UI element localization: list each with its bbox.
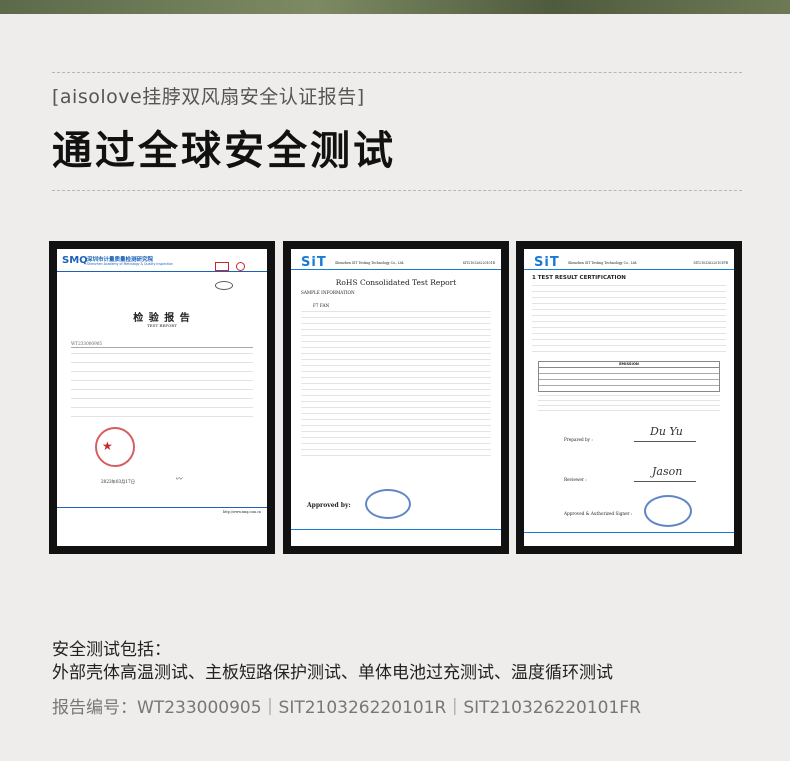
header-rule [524, 269, 734, 270]
tests-label: 安全测试包括： [52, 640, 171, 660]
approved-signer-label: Approved & Authorized Signer : [564, 511, 633, 516]
signature-line [634, 441, 696, 442]
rule [71, 347, 253, 348]
report-number: SIT210326220101R [462, 261, 495, 265]
top-photo-strip [0, 0, 790, 14]
footer-rule [57, 507, 267, 508]
certificate-rohs[interactable]: SiT Shenzhen SIT Testing Technology Co.,… [283, 241, 509, 554]
report-number: WT233000905 [71, 341, 103, 346]
footer-rule [291, 529, 501, 530]
applicant-info [532, 285, 726, 357]
section-heading: SAMPLE INFORMATION [301, 290, 355, 295]
section-heading: 1 TEST RESULT CERTIFICATION [532, 275, 626, 281]
org-name-en: Shenzhen SIT Testing Technology Co., Ltd… [568, 261, 638, 265]
sit-logo: SiT [301, 255, 327, 270]
seal-star-icon: ★ [102, 439, 113, 453]
certificate-paper: SiT Shenzhen SIT Testing Technology Co.,… [291, 249, 501, 546]
document-title: RoHS Consolidated Test Report [335, 278, 457, 287]
org-name-en: Shenzhen SIT Testing Technology Co., Ltd… [335, 261, 405, 265]
tests-list: 外部壳体高温测试、主板短路保护测试、单体电池过充测试、温度循环测试 [52, 663, 613, 683]
approved-by-label: Approved by: [307, 502, 351, 509]
page-subtitle: [aisolove挂脖双风扇安全认证报告] [52, 86, 365, 108]
title-divider [52, 190, 742, 191]
blue-seal-stamp [644, 495, 692, 527]
report-fields [71, 353, 253, 425]
report-date: 2023年03月17日 [101, 479, 135, 484]
red-seal-stamp [95, 427, 135, 467]
certificate-smq[interactable]: SMQ 深圳市计量质量检测研究院 Shenzhen Academy of Met… [49, 241, 275, 554]
page-title: 通过全球安全测试 [52, 128, 396, 174]
document-title-en: TEST REPORT [147, 323, 177, 328]
prepared-by-label: Prepared by : [564, 437, 593, 442]
report-numbers: 报告编号：WT233000905｜SIT210326220101R｜SIT210… [52, 698, 641, 718]
top-divider [52, 72, 742, 73]
blue-seal-stamp [365, 489, 411, 519]
accreditation-marks [215, 256, 261, 290]
org-name-en: Shenzhen Academy of Metrology & Quality … [87, 262, 173, 266]
report-number: SIT210326220101FR [693, 261, 728, 265]
signature-mark: Jason [652, 465, 683, 478]
document-title: 检 验 报 告 [133, 313, 191, 324]
footer-rule [524, 532, 734, 533]
sit-logo: SiT [534, 255, 560, 270]
reviewer-label: Reviewer : [564, 477, 587, 482]
sample-name: F7 FAN [313, 303, 330, 308]
notes [538, 395, 720, 415]
smq-logo: SMQ [62, 255, 88, 266]
signature-line [634, 481, 696, 482]
report-body [301, 311, 491, 461]
website: http://www.smq.com.cn [223, 510, 261, 514]
certificate-paper: SMQ 深圳市计量质量检测研究院 Shenzhen Academy of Met… [57, 249, 267, 546]
certificate-paper: SiT Shenzhen SIT Testing Technology Co.,… [524, 249, 734, 546]
header-rule [291, 269, 501, 270]
header-rule [57, 271, 267, 272]
signature-mark: Du Yu [650, 425, 683, 438]
emission-table [538, 367, 720, 392]
certificate-emission[interactable]: SiT Shenzhen SIT Testing Technology Co.,… [516, 241, 742, 554]
signature-mark: 〰 [175, 475, 182, 483]
